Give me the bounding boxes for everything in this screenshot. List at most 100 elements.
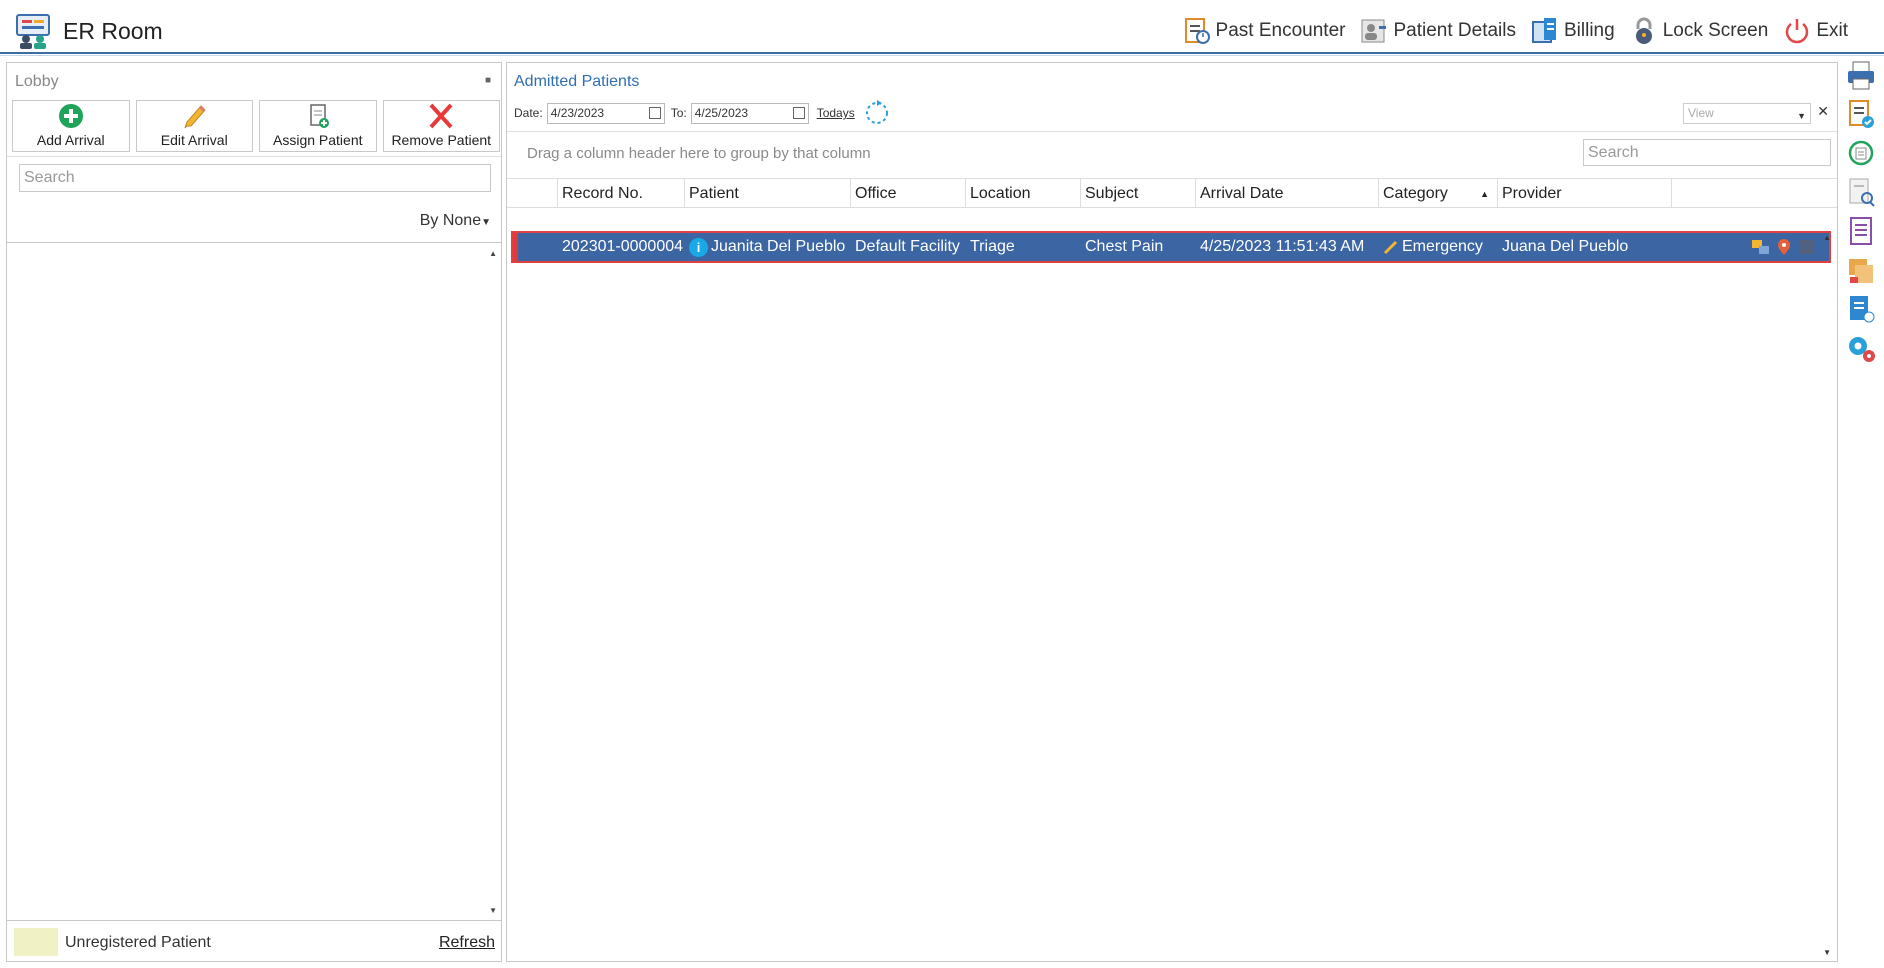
cell-patient[interactable]: i Juanita Del Pueblo — [685, 233, 851, 261]
admitted-patients-panel: Admitted Patients Date: 4/23/2023 To: 4/… — [506, 62, 1838, 962]
billing-icon — [1531, 18, 1556, 43]
checklist-icon[interactable] — [1845, 99, 1877, 130]
printer-icon[interactable] — [1845, 60, 1877, 91]
column-header-office[interactable]: Office — [851, 179, 966, 207]
settings-gears-icon[interactable] — [1845, 333, 1877, 364]
billing-button[interactable]: Billing — [1530, 16, 1615, 46]
cell-subject: Chest Pain — [1085, 238, 1164, 255]
lock-screen-label: Lock Screen — [1662, 20, 1769, 41]
location-pin-icon[interactable] — [1777, 238, 1791, 256]
column-header-patient[interactable]: Patient — [685, 179, 851, 207]
chevron-down-icon: ▼ — [1797, 111, 1806, 121]
er-room-window: ER Room Past Encounter Patient Details B… — [0, 0, 1884, 968]
cell-location: Triage — [970, 238, 1015, 255]
column-header-category[interactable]: Category ▲ — [1379, 179, 1498, 207]
grid-scroll-up[interactable]: ▲ — [1823, 233, 1831, 242]
report-info-icon[interactable] — [1845, 294, 1877, 325]
billing-label: Billing — [1563, 20, 1615, 41]
date-label: Date: — [514, 106, 543, 120]
history-icon[interactable] — [1845, 138, 1877, 169]
lobby-scroll-up[interactable]: ▲ — [489, 249, 497, 258]
er-room-app-icon — [16, 14, 50, 49]
lobby-scroll-down[interactable]: ▼ — [489, 906, 497, 915]
column-header-provider[interactable]: Provider — [1498, 179, 1672, 207]
grid-search-input[interactable]: Search — [1583, 139, 1831, 166]
title-bar: ER Room Past Encounter Patient Details B… — [0, 6, 1884, 54]
grid-header: Record No. Patient Office Location Subje… — [507, 178, 1837, 208]
transfer-icon[interactable] — [1751, 238, 1771, 256]
lobby-list: ▲ ▼ — [7, 242, 501, 919]
row-action-icons — [1751, 233, 1829, 261]
patient-details-button[interactable]: Patient Details — [1359, 16, 1516, 46]
view-dropdown[interactable]: View ▼ — [1683, 103, 1811, 124]
cell-office: Default Facility — [855, 238, 960, 255]
column-header-subject[interactable]: Subject — [1081, 179, 1196, 207]
close-icon[interactable]: ✕ — [1817, 103, 1829, 120]
add-arrival-button[interactable]: Add Arrival — [12, 100, 130, 152]
row-spacer — [518, 233, 558, 261]
group-by-label: By None — [419, 212, 482, 229]
column-header-location[interactable]: Location — [966, 179, 1081, 207]
pin-icon[interactable]: ■ — [485, 75, 491, 86]
patient-name: Juanita Del Pueblo — [711, 238, 846, 255]
cell-record-no: 202301-0000004 — [562, 238, 684, 255]
red-x-icon — [429, 103, 453, 129]
lobby-search-input[interactable]: Search — [19, 164, 491, 192]
chevron-down-icon: ▼ — [481, 217, 491, 228]
cell-arrival-date: 4/25/2023 11:51:43 AM — [1200, 238, 1365, 255]
todays-link[interactable]: Todays — [817, 106, 855, 120]
column-header-record-no[interactable]: Record No. — [558, 179, 685, 207]
cell-provider: Juana Del Pueblo — [1502, 238, 1629, 255]
past-encounter-button[interactable]: Past Encounter — [1182, 16, 1345, 46]
lobby-separator — [7, 156, 501, 157]
pencil-icon — [184, 105, 206, 129]
edit-arrival-label: Edit Arrival — [160, 132, 228, 148]
assign-patient-button[interactable]: Assign Patient — [259, 100, 377, 152]
refresh-link[interactable]: Refresh — [439, 934, 495, 952]
assign-patient-label: Assign Patient — [273, 132, 363, 148]
sort-ascending-icon: ▲ — [1480, 189, 1489, 199]
remove-patient-label: Remove Patient — [391, 132, 492, 148]
exit-label: Exit — [1816, 20, 1848, 41]
date-from-value: 4/23/2023 — [550, 105, 605, 120]
lobby-title: Lobby — [15, 73, 59, 90]
cell-category: Emergency — [1379, 233, 1498, 261]
date-to-input[interactable]: 4/25/2023 — [690, 102, 809, 124]
column-indicator — [507, 179, 558, 207]
unregistered-patient-label: Unregistered Patient — [65, 934, 211, 951]
notes-icon[interactable] — [1797, 238, 1815, 256]
past-encounter-icon — [1184, 18, 1210, 44]
grid-scroll-down[interactable]: ▼ — [1823, 948, 1831, 957]
view-placeholder: View — [1688, 106, 1714, 120]
top-actions: Past Encounter Patient Details Billing L… — [1168, 14, 1848, 48]
add-arrival-label: Add Arrival — [36, 132, 105, 148]
refresh-spinner-icon[interactable] — [863, 99, 891, 127]
to-label: To: — [670, 106, 687, 120]
right-toolbar — [1842, 60, 1880, 380]
lock-icon — [1635, 17, 1652, 44]
table-row[interactable]: 202301-0000004 i Juanita Del Pueblo Defa… — [511, 231, 1831, 263]
exit-button[interactable]: Exit — [1782, 16, 1848, 46]
document-search-icon[interactable] — [1845, 177, 1877, 208]
patient-details-label: Patient Details — [1393, 20, 1516, 41]
date-from-input[interactable]: 4/23/2023 — [546, 102, 665, 124]
calendar-icon[interactable] — [792, 106, 805, 119]
group-by-dropdown[interactable]: By None▼ — [420, 212, 491, 230]
app-title: ER Room — [63, 18, 163, 44]
lobby-panel: Lobby ■ Add Arrival Edit Arrival Assign … — [6, 62, 502, 962]
folder-files-icon[interactable] — [1845, 255, 1877, 286]
unregistered-color-swatch — [14, 928, 58, 956]
list-document-icon[interactable] — [1845, 216, 1877, 247]
power-icon — [1786, 19, 1809, 44]
calendar-icon[interactable] — [648, 106, 661, 119]
remove-patient-button[interactable]: Remove Patient — [382, 100, 500, 152]
patient-details-icon — [1361, 19, 1387, 43]
column-header-arrival-date[interactable]: Arrival Date — [1196, 179, 1379, 207]
edit-arrival-button[interactable]: Edit Arrival — [135, 100, 253, 152]
category-header-label: Category — [1383, 185, 1448, 202]
lobby-footer: Unregistered Patient Refresh — [7, 920, 501, 962]
admitted-patients-title: Admitted Patients — [514, 73, 640, 90]
date-to-value: 4/25/2023 — [694, 105, 749, 120]
info-icon[interactable]: i — [689, 237, 708, 257]
lock-screen-button[interactable]: Lock Screen — [1629, 16, 1769, 46]
